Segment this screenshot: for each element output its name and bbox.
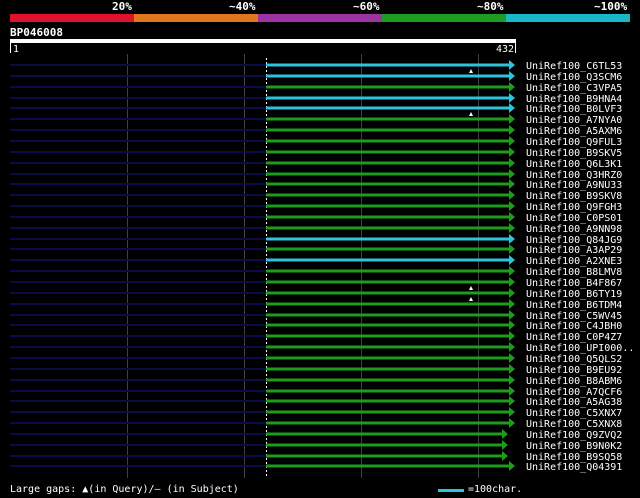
hit-arrow-icon [509, 310, 515, 320]
hit-label: UniRef100_Q04391 [526, 462, 622, 473]
query-gap-icon [469, 286, 473, 290]
hit-arrow-icon [509, 299, 515, 309]
hit-label: UniRef100_Q6L3K1 [526, 159, 622, 170]
hit-arrow-icon [509, 190, 515, 200]
hit-arrow-icon [509, 169, 515, 179]
hit-label: UniRef100_A9NN98 [526, 224, 622, 235]
hit-label: UniRef100_Q3SCM6 [526, 72, 622, 83]
hit-arrow-icon [509, 418, 515, 428]
query-gap-icon [469, 297, 473, 301]
scale-swatch [438, 489, 464, 492]
hit-arrow-icon [509, 82, 515, 92]
hit-label: UniRef100_B6TDM4 [526, 300, 622, 311]
gaps-subject-text: (in Subject) [160, 484, 239, 495]
hit-arrow-icon [509, 288, 515, 298]
hit-label: UniRef100_B6TY19 [526, 289, 622, 300]
hit-arrow-icon [509, 158, 515, 168]
hit-arrow-icon [501, 451, 508, 461]
gaps-legend: Large gaps: ▲(in Query)/– (in Subject) [10, 484, 239, 495]
hit-arrow-icon [509, 364, 515, 374]
hit-arrow-icon [509, 234, 515, 244]
hit-arrow-icon [509, 277, 515, 287]
hit-label: UniRef100_B9SKV8 [526, 191, 622, 202]
query-gap-icon [469, 112, 473, 116]
hit-arrow-icon [509, 342, 515, 352]
hit-label: UniRef100_B9SKV5 [526, 148, 622, 159]
hit-arrow-icon [509, 103, 515, 113]
query-gap-icon [469, 69, 473, 73]
hit-label: UniRef100_Q9FUL3 [526, 137, 622, 148]
hit-label: UniRef100_A3AP29 [526, 245, 622, 256]
gaps-prefix: Large gaps: [10, 484, 77, 495]
hit-arrow-icon [509, 136, 515, 146]
hit-arrow-icon [509, 125, 515, 135]
hit-arrow-icon [509, 396, 515, 406]
scale-text: =100char. [468, 484, 523, 495]
hit-label: UniRef100_C0P4Z7 [526, 332, 622, 343]
hit-label: UniRef100_A5AXM6 [526, 126, 622, 137]
hit-label: UniRef100_Q5QLS2 [526, 354, 622, 365]
hit-label: UniRef100_C4JBH0 [526, 321, 622, 332]
hit-arrow-icon [501, 429, 508, 439]
alignment-plot: UniRef100_C6TL53UniRef100_Q3SCM6UniRef10… [10, 54, 634, 478]
hit-arrow-icon [509, 201, 515, 211]
hit-label: UniRef100_B0LVF3 [526, 104, 622, 115]
hit-arrow-icon [509, 331, 515, 341]
hit-label: UniRef100_C0PS01 [526, 213, 622, 224]
hit-label: UniRef100_C5XNX7 [526, 408, 622, 419]
hit-label: UniRef100_B9EU92 [526, 365, 622, 376]
hit-arrow-icon [509, 375, 515, 385]
hit-arrow-icon [509, 114, 515, 124]
hit-label: UniRef100_A5AG38 [526, 397, 622, 408]
hit-arrow-icon [509, 353, 515, 363]
hit-arrow-icon [509, 407, 515, 417]
hit-label: UniRef100_A9NU33 [526, 180, 622, 191]
hit-arrow-icon [509, 93, 515, 103]
hit-arrow-icon [509, 223, 515, 233]
hit-label: UniRef100_B8LMV8 [526, 267, 622, 278]
hit-label: UniRef100_A7NYA0 [526, 115, 622, 126]
hit-label: UniRef100_UPI000.. [526, 343, 634, 354]
hit-label: UniRef100_C3VPA5 [526, 83, 622, 94]
hit-arrow-icon [509, 266, 515, 276]
hit-arrow-icon [509, 212, 515, 222]
hit-label: UniRef100_Q9FGH3 [526, 202, 622, 213]
hit-arrow-icon [509, 147, 515, 157]
hit-arrow-icon [509, 60, 515, 70]
hit-arrow-icon [509, 320, 515, 330]
hit-label: UniRef100_C6TL53 [526, 61, 622, 72]
hit-arrow-icon [501, 440, 508, 450]
hit-arrow-icon [509, 179, 515, 189]
hit-label: UniRef100_B8ABM6 [526, 376, 622, 387]
hit-arrow-icon [509, 71, 515, 81]
hit-arrow-icon [509, 461, 515, 471]
hit-arrow-icon [509, 386, 515, 396]
hit-label: UniRef100_A2XNE3 [526, 256, 622, 267]
hit-label: UniRef100_Q9ZVQ2 [526, 430, 622, 441]
hit-label: UniRef100_B4F867 [526, 278, 622, 289]
hit-label: UniRef100_C5XNX8 [526, 419, 622, 430]
gaps-query-text: (in Query)/ [88, 484, 155, 495]
hit-arrow-icon [509, 244, 515, 254]
hit-label: UniRef100_B9N0K2 [526, 441, 622, 452]
hit-arrow-icon [509, 255, 515, 265]
